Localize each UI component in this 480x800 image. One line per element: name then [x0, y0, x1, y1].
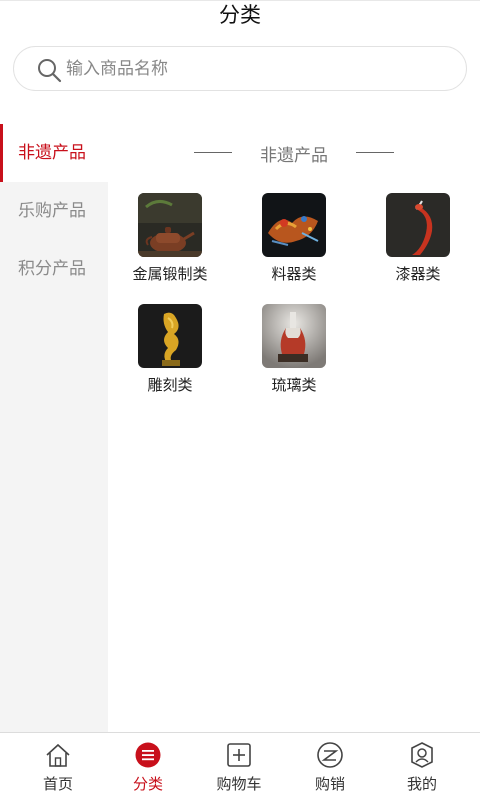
home-icon	[46, 743, 70, 767]
sidebar-item-label: 非遗产品	[18, 143, 86, 163]
tab-cart[interactable]: 购物车	[191, 733, 287, 800]
bottom-tab-bar: 首页 分类 购物车 购销 我的	[0, 732, 480, 800]
category-label: 雕刻类	[147, 376, 193, 394]
sidebar-item-jifen[interactable]: 积分产品	[0, 240, 108, 298]
tab-label: 首页	[42, 775, 73, 793]
teapot-image	[138, 193, 202, 257]
section-header: 非遗产品	[108, 138, 480, 166]
tab-category[interactable]: 分类	[100, 733, 196, 800]
tab-label: 购物车	[216, 775, 262, 793]
glaze-vase-image	[262, 304, 326, 368]
category-label: 琉璃类	[271, 376, 317, 394]
sidebar-item-legou[interactable]: 乐购产品	[0, 182, 108, 240]
page-title: 分类	[219, 3, 261, 27]
red-lacquer-image	[386, 193, 450, 257]
search-icon	[38, 59, 62, 83]
sidebar-item-label: 乐购产品	[18, 201, 86, 221]
tab-home[interactable]: 首页	[10, 733, 106, 800]
category-glaze[interactable]: 琉璃类	[244, 304, 344, 404]
cart-icon	[227, 743, 251, 767]
profile-icon	[411, 742, 433, 768]
tab-trade[interactable]: 购销	[282, 733, 378, 800]
category-label: 金属锻制类	[132, 265, 208, 283]
category-sidebar: 非遗产品 乐购产品 积分产品	[0, 124, 108, 732]
category-icon	[135, 742, 161, 768]
gold-carving-image	[138, 304, 202, 368]
section-title: 非遗产品	[260, 146, 328, 166]
trade-icon	[317, 742, 343, 768]
tab-profile[interactable]: 我的	[374, 733, 470, 800]
category-lacquer[interactable]: 漆器类	[368, 193, 468, 293]
category-glass-material[interactable]: 料器类	[244, 193, 344, 293]
sidebar-item-feiyi[interactable]: 非遗产品	[0, 124, 108, 182]
category-carving[interactable]: 雕刻类	[120, 304, 220, 404]
search-bar[interactable]	[13, 46, 467, 91]
category-label: 漆器类	[395, 265, 441, 283]
header-bar: 分类	[0, 0, 480, 30]
tab-label: 分类	[132, 775, 163, 793]
search-input[interactable]	[66, 53, 446, 85]
glass-figure-image	[262, 193, 326, 257]
divider-line	[356, 152, 394, 153]
category-label: 料器类	[271, 265, 317, 283]
tab-label: 购销	[314, 775, 345, 793]
category-metal-forging[interactable]: 金属锻制类	[120, 193, 220, 293]
category-content: 非遗产品 金属锻制类 料器类 漆器类 雕刻类 琉璃类	[108, 124, 480, 732]
sidebar-item-label: 积分产品	[18, 259, 86, 279]
tab-label: 我的	[406, 775, 437, 793]
